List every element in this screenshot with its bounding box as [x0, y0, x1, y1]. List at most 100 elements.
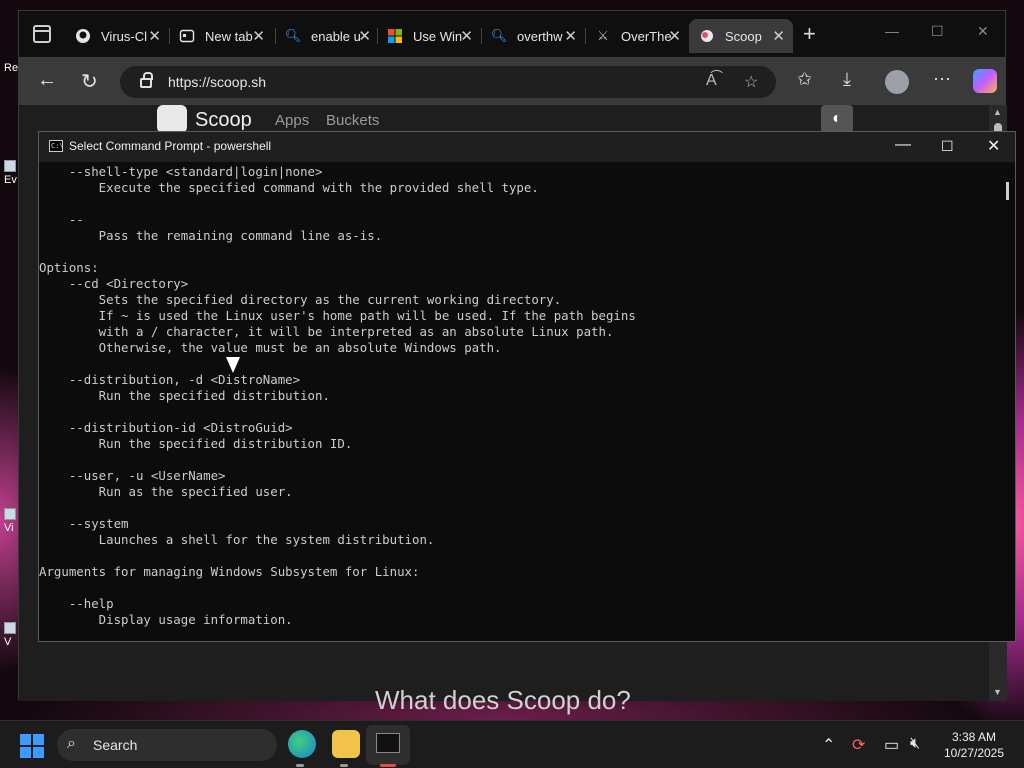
- console-line: Sets the specified directory as the curr…: [39, 292, 562, 307]
- console-line: Execute the specified command with the p…: [39, 180, 539, 195]
- console-line: --cd <Directory>: [39, 276, 189, 291]
- scroll-up-icon[interactable]: ▲: [993, 107, 1002, 117]
- tab-overthe[interactable]: ⚔ OverThe ✕: [585, 19, 689, 53]
- address-bar[interactable]: https://scoop.sh A͡ ☆: [120, 66, 776, 98]
- profile-avatar[interactable]: [885, 70, 909, 94]
- tab-enable-u[interactable]: 🔍︎ enable u ✕: [275, 19, 379, 53]
- minimize-icon[interactable]: —: [895, 136, 911, 154]
- terminal-app-button[interactable]: [366, 725, 410, 765]
- read-aloud-icon[interactable]: A͡: [706, 72, 717, 90]
- refresh-icon[interactable]: ↻: [81, 69, 98, 94]
- search-icon: 🔍︎: [490, 28, 508, 43]
- tab-overthw[interactable]: 🔍︎ overthw ✕: [481, 19, 585, 53]
- console-output[interactable]: --shell-type <standard|login|none> Execu…: [39, 164, 1004, 640]
- close-tab-icon[interactable]: ✕: [358, 27, 371, 45]
- console-line: Launches a shell for the system distribu…: [39, 532, 435, 547]
- desktop-icon-label: Ev: [4, 174, 17, 186]
- console-line: Arguments for managing Windows Subsystem…: [39, 564, 420, 579]
- maximize-icon[interactable]: ☐: [941, 138, 954, 155]
- downloads-icon[interactable]: ⤓: [843, 69, 851, 90]
- tab-new-tab[interactable]: New tab ✕: [169, 19, 273, 53]
- close-tab-icon[interactable]: ✕: [564, 27, 577, 45]
- theme-toggle-icon[interactable]: ◐: [821, 105, 853, 133]
- console-line: --distribution-id <DistroGuid>: [39, 420, 293, 435]
- file-explorer-icon[interactable]: [332, 730, 360, 758]
- minimize-icon[interactable]: —: [885, 23, 899, 39]
- console-scrollbar[interactable]: [1003, 162, 1015, 640]
- file-icon: [4, 508, 16, 520]
- favorite-star-icon[interactable]: ☆: [744, 72, 758, 92]
- show-hidden-icons-icon[interactable]: ⌃: [822, 735, 835, 755]
- back-icon[interactable]: ←: [37, 69, 57, 92]
- edge-app-icon[interactable]: [288, 730, 316, 758]
- taskbar: ⌕ Search ⌃ ⟳ ▭ 🔇︎ 3:38 AM 10/27/2025: [0, 720, 1024, 768]
- nav-apps[interactable]: Apps: [275, 112, 309, 129]
- lock-icon[interactable]: [140, 72, 153, 88]
- close-tab-icon[interactable]: ✕: [252, 27, 265, 45]
- console-titlebar[interactable]: C:\ Select Command Prompt - powershell —…: [39, 132, 1015, 162]
- taskbar-search[interactable]: ⌕ Search: [57, 729, 277, 761]
- console-line: --: [39, 212, 84, 227]
- close-tab-icon[interactable]: ✕: [460, 27, 473, 45]
- console-line: --user, -u <UserName>: [39, 468, 226, 483]
- close-tab-icon[interactable]: ✕: [772, 27, 785, 45]
- app-active-indicator: [380, 764, 396, 767]
- console-line: --system: [39, 516, 129, 531]
- scoop-icon: [699, 28, 715, 44]
- console-window[interactable]: C:\ Select Command Prompt - powershell —…: [38, 131, 1016, 642]
- network-icon[interactable]: ▭: [884, 735, 899, 755]
- search-icon: ⌕: [67, 735, 76, 752]
- tab-actions-icon[interactable]: [33, 25, 51, 43]
- close-icon[interactable]: ✕: [987, 136, 1000, 156]
- close-tab-icon[interactable]: ✕: [148, 27, 161, 45]
- site-brand[interactable]: Scoop: [195, 109, 252, 132]
- mouse-cursor: [226, 357, 240, 373]
- overthewire-icon: ⚔: [597, 28, 609, 43]
- close-icon[interactable]: ✕: [977, 23, 989, 40]
- console-line: Display usage information.: [39, 612, 293, 627]
- console-line: --distribution, -d <DistroName>: [39, 372, 301, 387]
- search-icon: 🔍︎: [284, 28, 302, 43]
- tab-label: Scoop: [725, 28, 762, 44]
- favorites-icon[interactable]: ✩: [797, 69, 812, 90]
- console-line: If ~ is used the Linux user's home path …: [39, 308, 636, 323]
- new-tab-button[interactable]: +: [803, 23, 816, 45]
- console-line: Options:: [39, 260, 99, 275]
- copilot-icon[interactable]: [973, 69, 997, 93]
- file-icon: [4, 622, 16, 634]
- tab-scoop[interactable]: Scoop ✕: [689, 19, 793, 53]
- windows-start-icon[interactable]: [20, 734, 44, 758]
- tab-virus-cl[interactable]: Virus-Cl ✕: [65, 19, 169, 53]
- sync-icon[interactable]: ⟳: [852, 735, 865, 755]
- terminal-icon: [376, 733, 400, 753]
- console-app-icon: C:\: [49, 140, 64, 152]
- desktop-icon-label: V: [4, 636, 12, 648]
- tab-label: New tab: [205, 28, 253, 44]
- scroll-down-icon[interactable]: ▼: [993, 687, 1002, 697]
- app-running-indicator: [340, 764, 348, 767]
- desktop-icon-label: Re: [4, 62, 19, 74]
- newtab-icon: [179, 28, 195, 44]
- console-line: Otherwise, the value must be an absolute…: [39, 340, 502, 355]
- more-options-icon[interactable]: ⋯: [933, 69, 951, 90]
- nav-buckets[interactable]: Buckets: [326, 112, 379, 129]
- close-tab-icon[interactable]: ✕: [668, 27, 681, 45]
- console-line: --help: [39, 596, 114, 611]
- scoop-logo[interactable]: [157, 105, 187, 133]
- console-line: Run the specified distribution.: [39, 388, 330, 403]
- url-text[interactable]: https://scoop.sh: [168, 74, 266, 90]
- tab-use-win[interactable]: Use Win ✕: [377, 19, 481, 53]
- tab-label: Use Win: [413, 28, 463, 44]
- scrollbar-thumb[interactable]: [1006, 182, 1009, 200]
- console-line: with a / character, it will be interpret…: [39, 324, 614, 339]
- maximize-icon[interactable]: ☐: [931, 23, 944, 40]
- tab-label: OverThe: [621, 28, 671, 44]
- system-clock[interactable]: 3:38 AM 10/27/2025: [938, 729, 1010, 761]
- volume-icon[interactable]: 🔇︎: [910, 735, 920, 753]
- clock-date: 10/27/2025: [943, 746, 1005, 760]
